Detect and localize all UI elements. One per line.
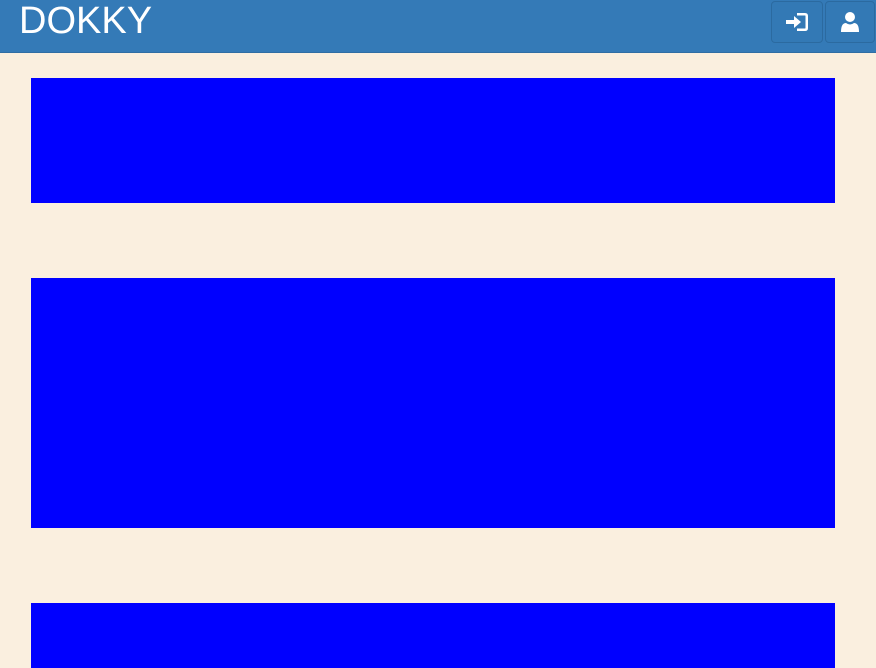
sign-in-icon — [785, 12, 809, 32]
content-block-2 — [31, 278, 835, 528]
user-icon — [840, 11, 860, 33]
content-block-3 — [31, 603, 835, 668]
top-navbar: DOKKY — [0, 0, 876, 53]
content-block-1 — [31, 78, 835, 203]
user-button[interactable] — [825, 1, 875, 43]
login-button[interactable] — [771, 1, 823, 43]
brand-logo[interactable]: DOKKY — [19, 0, 152, 42]
